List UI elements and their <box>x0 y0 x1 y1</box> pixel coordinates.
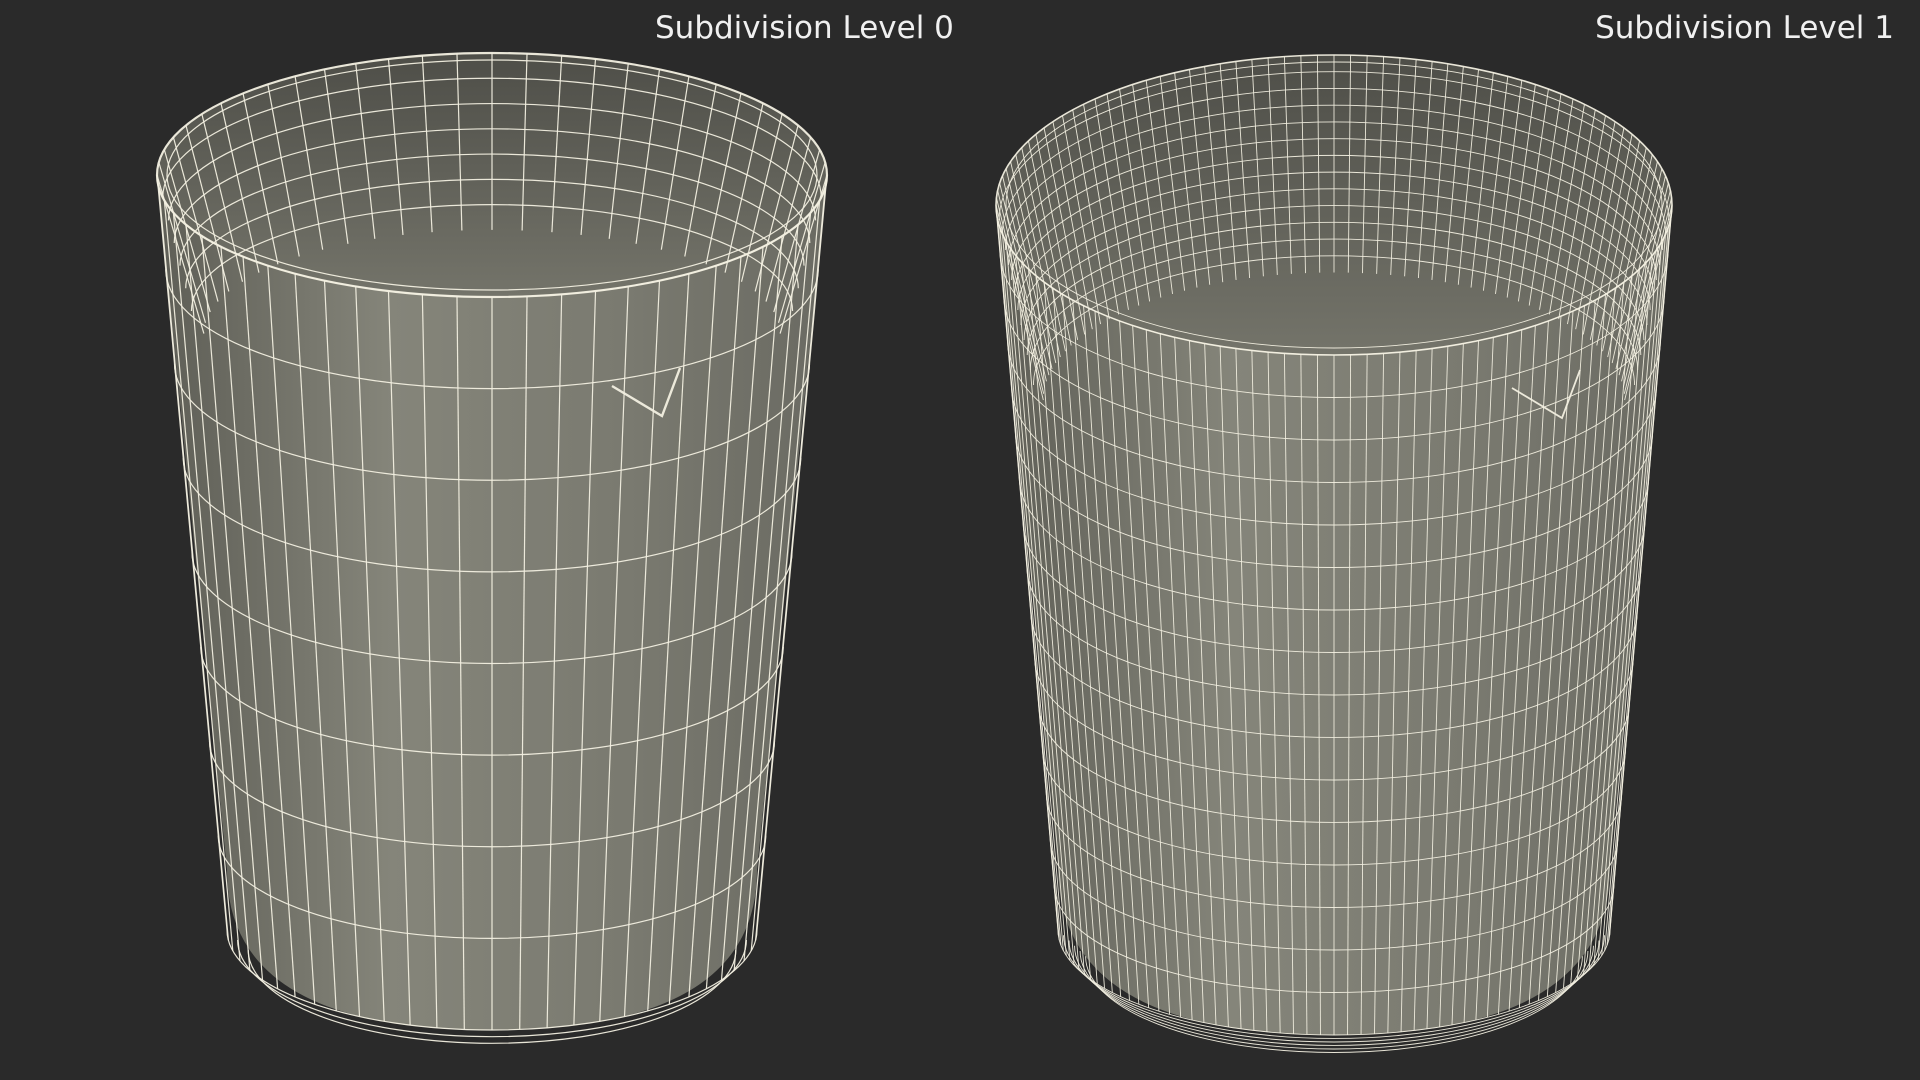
beaker-mesh-level-0 <box>155 51 829 1044</box>
beaker-comparison-render <box>155 51 1673 1053</box>
beaker-mesh-level-1 <box>995 54 1673 1053</box>
subdivision-level-0-label: Subdivision Level 0 <box>655 10 954 46</box>
subdivision-level-1-label: Subdivision Level 1 <box>1595 10 1894 46</box>
render-viewport: Subdivision Level 0 Subdivision Level 1 <box>0 0 1920 1080</box>
